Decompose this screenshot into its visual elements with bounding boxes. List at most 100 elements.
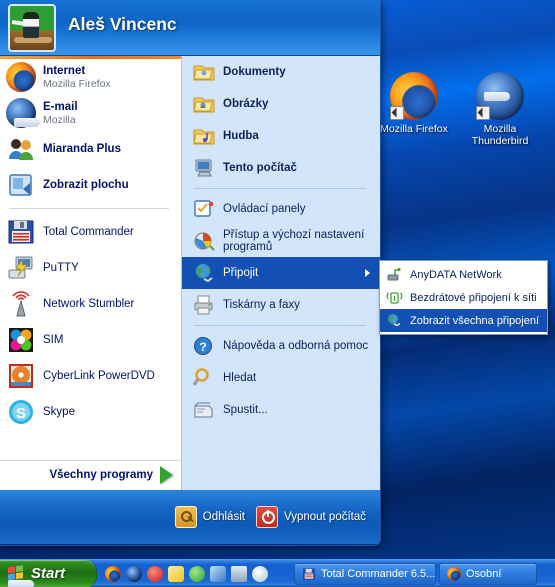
log-off-button[interactable]: Odhlásit — [174, 506, 245, 528]
start-item-title: Dokumenty — [223, 66, 286, 78]
quick-launch-opera-icon[interactable] — [147, 565, 163, 582]
quick-launch-thunderbird-icon[interactable] — [126, 565, 142, 582]
total-commander-floppy-icon — [6, 217, 36, 247]
start-item-putty[interactable]: PuTTY — [0, 250, 181, 286]
start-item-title: Zobrazit plochu — [43, 179, 129, 191]
user-avatar-skateboarder[interactable] — [8, 4, 56, 52]
firefox-icon — [6, 62, 36, 92]
quick-launch-media-player-icon[interactable] — [189, 565, 205, 582]
connect-submenu: AnyDATA NetWork Bezdrátové připojení k s… — [379, 260, 548, 335]
submenu-item-zobrazit-vsechna-pripojeni[interactable]: Zobrazit všechna připojení — [380, 309, 547, 332]
total-commander-floppy-icon — [302, 567, 316, 581]
taskbar-button-total-commander[interactable]: Total Commander 6.5... — [294, 562, 436, 585]
show-desktop-icon — [6, 170, 36, 200]
network-connections-icon — [386, 312, 403, 329]
start-item-internet[interactable]: Internet Mozilla Firefox — [0, 59, 181, 95]
desktop-icon-label: Mozilla Thunderbird — [461, 123, 539, 147]
shutdown-button[interactable]: Vypnout počítač — [255, 506, 366, 528]
submenu-item-anydata-network[interactable]: AnyDATA NetWork — [380, 263, 547, 286]
help-question-icon: ? — [192, 334, 216, 358]
start-item-title: SIM — [43, 334, 64, 346]
program-defaults-icon — [192, 229, 216, 253]
shortcut-arrow-icon — [390, 106, 404, 120]
taskbar: Start Total Commander 6.5... Osobní — [0, 559, 555, 587]
start-item-obrazky[interactable]: Obrázky — [182, 88, 380, 120]
netstumbler-antenna-icon — [6, 289, 36, 319]
desktop-icon-internet-explorer[interactable]: Int Exp — [547, 72, 555, 147]
start-item-cyberlink-powerdvd[interactable]: CyberLink PowerDVD — [0, 358, 181, 394]
start-item-hledat[interactable]: Hledat — [182, 362, 380, 394]
start-item-title: Obrázky — [223, 98, 269, 110]
submenu-item-label: AnyDATA NetWork — [410, 268, 502, 281]
powerdvd-disc-icon — [6, 361, 36, 391]
start-item-title: Nápověda a odborná pomoc — [223, 340, 369, 352]
start-item-sim[interactable]: SIM — [0, 322, 181, 358]
sim-flower-icon — [6, 325, 36, 355]
start-item-email[interactable]: E-mail Mozilla — [0, 95, 181, 131]
modem-icon — [386, 266, 403, 283]
start-item-title: Tento počítač — [223, 162, 297, 174]
quick-launch-disc-icon[interactable] — [252, 565, 268, 582]
start-item-title: Miaranda Plus — [43, 143, 121, 155]
start-item-tento-pocitac[interactable]: Tento počítač — [182, 152, 380, 184]
start-item-total-commander[interactable]: Total Commander — [0, 214, 181, 250]
desktop-icon-label-line1: Mozilla — [483, 123, 517, 135]
all-programs-button[interactable]: Všechny programy — [0, 460, 181, 490]
thunderbird-icon — [6, 98, 40, 128]
start-item-title: Přístup a výchozí nastavení programů — [223, 229, 365, 253]
avatar-arm — [11, 20, 27, 26]
start-item-title: Tiskárny a faxy — [223, 299, 300, 311]
user-name: Aleš Vincenc — [68, 14, 177, 34]
start-item-skype[interactable]: S Skype — [0, 394, 181, 430]
thunderbird-icon — [476, 72, 524, 120]
connect-globe-icon — [192, 261, 216, 285]
desktop-icon-label-line2: Thunderbird — [471, 135, 529, 147]
start-item-subtitle: Mozilla Firefox — [43, 77, 111, 90]
quick-launch-calculator-icon[interactable] — [231, 565, 247, 582]
start-item-network-stumbler[interactable]: Network Stumbler — [0, 286, 181, 322]
music-folder-icon — [192, 124, 216, 148]
start-menu-footer: Odhlásit Vypnout počítač — [0, 490, 380, 544]
submenu-item-bezdratove-pripojeni[interactable]: Bezdrátové připojení k síti — [380, 286, 547, 309]
shutdown-label: Vypnout počítač — [283, 511, 366, 523]
taskbar-button-osobni[interactable]: Osobní — [439, 562, 537, 585]
start-item-pristup-nastaveni-programu[interactable]: Přístup a výchozí nastavení programů — [182, 225, 380, 257]
start-item-title: Hledat — [223, 372, 257, 384]
quick-launch-show-desktop-icon[interactable] — [210, 565, 226, 582]
start-item-title: E-mail — [43, 100, 78, 113]
left-column-separator — [9, 208, 169, 209]
desktop-icon-mozilla-thunderbird[interactable]: Mozilla Thunderbird — [461, 72, 539, 147]
start-item-zobrazit-plochu[interactable]: Zobrazit plochu — [0, 167, 181, 203]
start-item-tiskarny-a-faxy[interactable]: Tiskárny a faxy — [182, 289, 380, 321]
start-item-dokumenty[interactable]: Dokumenty — [182, 56, 380, 88]
start-menu: Aleš Vincenc Internet Mozilla Firefox E-… — [0, 0, 381, 546]
start-item-hudba[interactable]: Hudba — [182, 120, 380, 152]
start-item-title: Spustit... — [223, 404, 268, 416]
start-item-ovladaci-panely[interactable]: Ovládací panely — [182, 193, 380, 225]
start-menu-header: Aleš Vincenc — [0, 0, 380, 56]
start-item-miaranda-plus[interactable]: Miaranda Plus — [0, 131, 181, 167]
putty-icon — [6, 253, 36, 283]
start-menu-left-column: Internet Mozilla Firefox E-mail Mozilla — [0, 56, 181, 490]
miranda-people-icon — [6, 134, 36, 164]
run-icon — [192, 398, 216, 422]
taskbar-button-label: Osobní — [466, 567, 502, 580]
green-arrow-icon — [160, 466, 173, 484]
pictures-folder-icon — [192, 92, 216, 116]
start-button-label: Start — [31, 565, 66, 582]
start-item-title: PuTTY — [43, 262, 79, 274]
skype-icon: S — [6, 397, 36, 427]
quick-launch-bar — [97, 565, 276, 582]
key-icon — [174, 506, 197, 528]
quick-launch-firefox-icon[interactable] — [105, 565, 121, 582]
start-item-pripojit[interactable]: Připojit — [182, 257, 380, 289]
quick-launch-yellow-lightning-icon[interactable] — [168, 565, 184, 582]
start-item-napoveda[interactable]: ? Nápověda a odborná pomoc — [182, 330, 380, 362]
submenu-item-label: Zobrazit všechna připojení — [410, 314, 540, 327]
start-menu-body: Internet Mozilla Firefox E-mail Mozilla — [0, 56, 380, 490]
start-item-title: Hudba — [223, 130, 259, 142]
printers-faxes-icon — [192, 293, 216, 317]
log-off-label: Odhlásit — [202, 511, 245, 523]
start-item-spustit[interactable]: Spustit... — [182, 394, 380, 426]
desktop-icon-mozilla-firefox[interactable]: Mozilla Firefox — [375, 72, 453, 147]
